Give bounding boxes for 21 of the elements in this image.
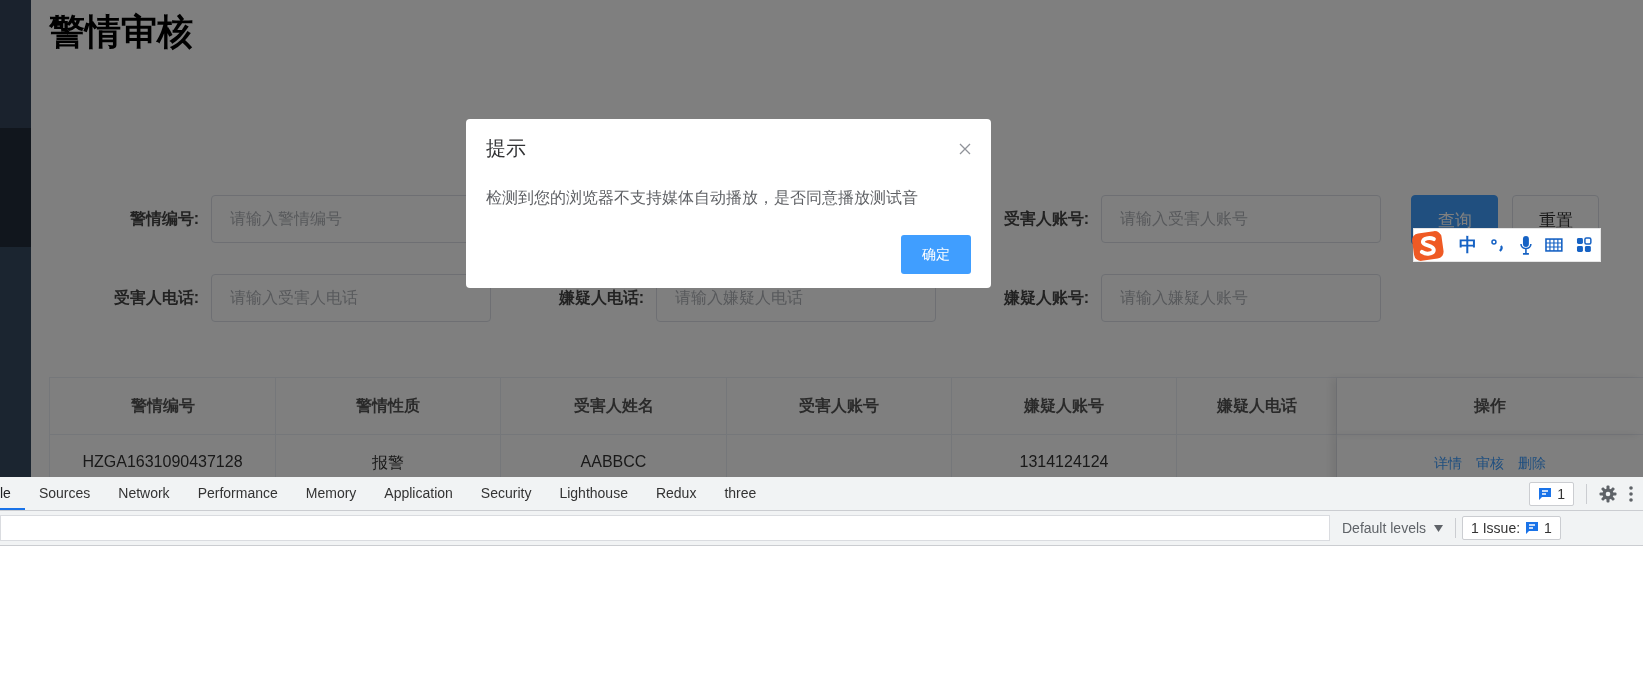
column-header: 受害人账号: [727, 378, 952, 435]
field-label: 嫌疑人账号:: [1002, 287, 1089, 308]
field-label: 受害人账号:: [1002, 208, 1089, 229]
field-label: 警情编号:: [128, 208, 199, 229]
table-cell: 1314124124: [1019, 453, 1109, 471]
field-label: 受害人电话:: [112, 287, 199, 308]
column-header: 嫌疑人账号: [952, 378, 1177, 435]
table-cell-text: 报警: [372, 453, 404, 473]
table-cell: AABBCC: [580, 453, 647, 471]
table-cell: HZGA1631090437128: [82, 453, 243, 471]
page-title: 警情审核: [49, 10, 194, 54]
column-header: 警情性质: [276, 378, 501, 435]
field-label: 嫌疑人电话:: [557, 287, 644, 308]
column-header: 警情编号: [50, 378, 276, 435]
column-header: 嫌疑人电话: [1177, 378, 1337, 435]
column-header: 受害人姓名: [501, 378, 727, 435]
badge-count: 1: [1557, 485, 1565, 502]
dialog-title: 提示: [486, 136, 526, 161]
column-header: 操作: [1337, 378, 1643, 435]
issues-label: 1 Issue:: [1471, 520, 1521, 536]
issues-count: 1: [1544, 520, 1552, 536]
